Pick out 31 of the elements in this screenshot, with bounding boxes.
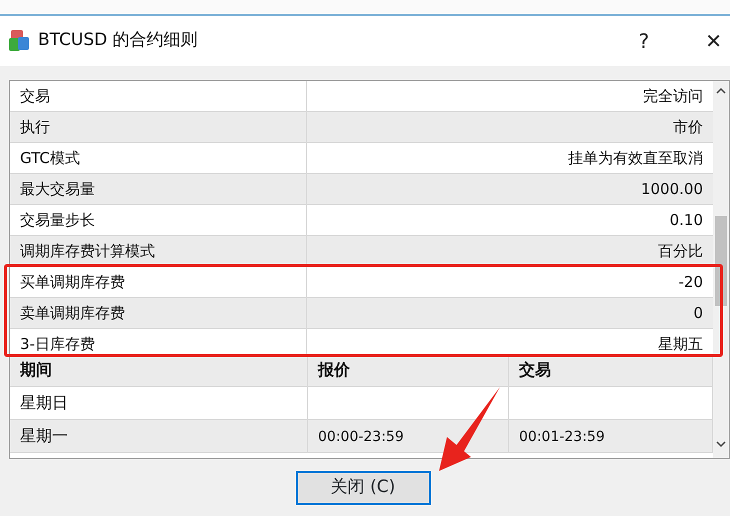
close-dialog-button[interactable]: 关闭 (C) — [296, 471, 430, 505]
property-value: 挂单为有效直至取消 — [567, 148, 704, 169]
table-cell: 星期一 — [10, 420, 308, 453]
property-value: 市价 — [672, 117, 704, 138]
column-header: 期间 — [10, 354, 308, 387]
property-name: 交易 — [10, 81, 307, 111]
table-cell: 00:00-23:59 — [308, 420, 509, 453]
property-value: 0 — [692, 303, 704, 324]
property-value: 百分比 — [657, 241, 704, 262]
scroll-down-icon[interactable] — [716, 441, 726, 448]
property-name: 调期库存费计算模式 — [10, 236, 307, 266]
property-name: GTC模式 — [10, 143, 307, 173]
property-value: 1000.00 — [640, 179, 704, 200]
scrollbar[interactable] — [713, 81, 729, 458]
dialog-title: BTCUSD 的合约细则 — [38, 29, 199, 52]
property-name: 最大交易量 — [10, 174, 307, 204]
column-header: 交易 — [509, 354, 713, 387]
scroll-up-icon[interactable] — [716, 87, 726, 94]
property-name: 买单调期库存费 — [10, 267, 307, 297]
table-cell: 00:01-23:59 — [509, 420, 713, 453]
property-value: 完全访问 — [642, 86, 704, 107]
property-value: -20 — [678, 272, 704, 293]
property-value: 星期五 — [657, 334, 704, 354]
help-button[interactable]: ? — [638, 26, 650, 56]
property-value: 0.10 — [668, 210, 704, 231]
column-header: 报价 — [308, 354, 509, 387]
property-name: 执行 — [10, 112, 307, 142]
close-button[interactable]: ✕ — [705, 26, 722, 56]
property-name: 卖单调期库存费 — [10, 298, 307, 328]
app-icon — [8, 29, 30, 53]
property-name: 交易量步长 — [10, 205, 307, 235]
